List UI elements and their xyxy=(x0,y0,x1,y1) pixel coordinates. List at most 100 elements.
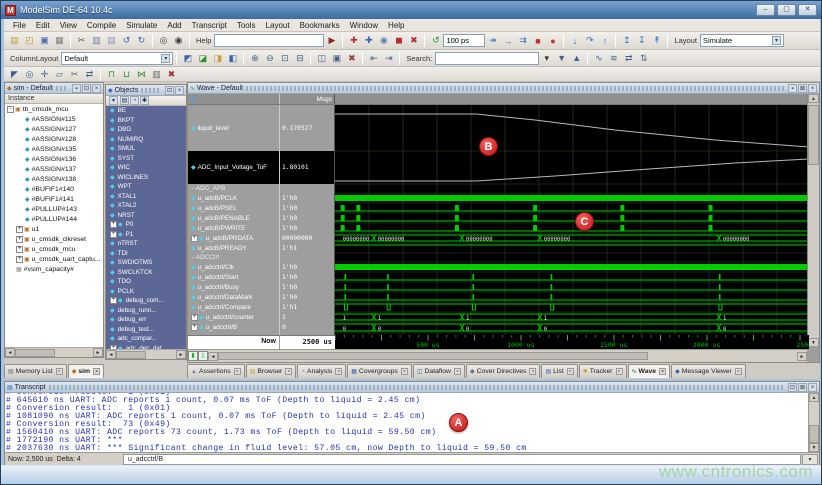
expand-icon[interactable]: + xyxy=(16,256,23,263)
scroll-left-icon[interactable]: ◄ xyxy=(208,352,218,361)
scroll-thumb[interactable] xyxy=(15,349,55,357)
paste-wave-button[interactable]: ▥ xyxy=(149,67,164,81)
zoom-full-button[interactable]: ⊡ xyxy=(277,51,292,65)
scroll-thumb[interactable] xyxy=(808,105,819,165)
object-signal-wpt[interactable]: ◆WPT xyxy=(106,182,186,192)
tab-browser[interactable]: ▤Browser× xyxy=(246,364,297,378)
help-search-button[interactable]: ▶ xyxy=(324,34,339,48)
object-signal-syst[interactable]: ◆SYST xyxy=(106,154,186,164)
object-signal-tdi[interactable]: ◆TDI xyxy=(106,249,186,259)
close-button[interactable]: ✕ xyxy=(798,4,817,16)
drag-handle[interactable] xyxy=(141,88,161,93)
wave-cut-button[interactable]: ✂ xyxy=(67,67,82,81)
expand-icon[interactable]: + xyxy=(191,235,198,242)
transcript-vscrollbar[interactable]: ▲ ▼ xyxy=(808,393,819,452)
close-tab-icon[interactable]: × xyxy=(616,368,623,375)
sim-panel-titlebar[interactable]: ◆ sim - Default ▪ ⊡ × xyxy=(5,83,103,94)
zoom-out-button[interactable]: ⊖ xyxy=(262,51,277,65)
tab-memory-list[interactable]: ▤Memory List× xyxy=(4,364,67,378)
expand-icon[interactable]: + xyxy=(16,236,23,243)
scroll-left-icon[interactable]: ◄ xyxy=(106,350,116,359)
add-to-list-button[interactable]: ◪ xyxy=(195,51,210,65)
close-tab-icon[interactable]: × xyxy=(659,368,666,375)
chevron-down-icon[interactable]: ▾ xyxy=(772,36,781,45)
invert-wave-button[interactable]: ⊔ xyxy=(119,67,134,81)
tree-item--pullup-143[interactable]: ◆#PULLUP#143 xyxy=(5,204,103,214)
close-tab-icon[interactable]: × xyxy=(529,368,536,375)
expand-icon[interactable]: + xyxy=(110,221,117,228)
run-all-button[interactable]: ⇉ xyxy=(515,34,530,48)
wave-hscrollbar[interactable]: ▮ ▯ ◄ ► xyxy=(188,349,807,362)
close-tab-icon[interactable]: × xyxy=(401,368,408,375)
menu-layout[interactable]: Layout xyxy=(261,21,295,30)
tree-item--assign-137[interactable]: ◆#ASSIGN#137 xyxy=(5,164,103,174)
close-panel-icon[interactable]: × xyxy=(92,84,101,93)
object-signal-p1[interactable]: +◆P1 xyxy=(106,230,186,240)
search-input[interactable] xyxy=(435,52,539,65)
maximize-button[interactable]: ▢ xyxy=(777,4,796,16)
break-button[interactable]: ◼ xyxy=(391,34,406,48)
drag-handle[interactable] xyxy=(56,86,68,91)
tab-covergroups[interactable]: ▦Covergroups× xyxy=(347,364,412,378)
new-file-button[interactable]: ▤ xyxy=(7,34,22,48)
wave-signal-u-adcctrl-busy[interactable]: ◆u_adcctrl/Busy xyxy=(188,282,279,292)
tree-item--assign-135[interactable]: ◆#ASSIGN#135 xyxy=(5,144,103,154)
object-signal-xtal2[interactable]: ◆XTAL2 xyxy=(106,201,186,211)
continue-run-button[interactable]: → xyxy=(500,34,515,48)
cursor-add-button[interactable]: ◫ xyxy=(314,51,329,65)
tree-item-u-cmsdk-mcu[interactable]: +▣u_cmsdk_mcu xyxy=(5,244,103,254)
close-tab-icon[interactable]: × xyxy=(285,368,292,375)
menu-bookmarks[interactable]: Bookmarks xyxy=(295,21,345,30)
tree-item--bufif1-141[interactable]: ◆#BUFIF1#141 xyxy=(5,194,103,204)
menu-window[interactable]: Window xyxy=(345,21,383,30)
object-signal-wic[interactable]: ◆WIC xyxy=(106,163,186,173)
run-length-input[interactable] xyxy=(443,34,485,47)
wave-signal-u-adcb-psel[interactable]: ◆u_adcB/PSEL xyxy=(188,203,279,213)
scroll-right-icon[interactable]: ► xyxy=(93,348,103,357)
search-next-button[interactable]: ▼ xyxy=(554,51,569,65)
undock-icon[interactable]: ⊠ xyxy=(798,84,807,93)
wave-signal-u-adcctrl-datamark[interactable]: ◆u_adcctrl/DataMark xyxy=(188,292,279,302)
tab-sim[interactable]: ◆sim× xyxy=(68,364,104,378)
title-bar[interactable]: M ModelSim DE-64 10.4c – ▢ ✕ xyxy=(1,1,821,19)
wave-signal-u-adcctrl-compare[interactable]: ◆u_adcctrl/Compare xyxy=(188,302,279,312)
wave-overlay-button[interactable]: ≋ xyxy=(606,51,621,65)
pin-icon[interactable]: ▪ xyxy=(72,84,81,93)
select-mode-button[interactable]: ◤ xyxy=(7,67,22,81)
filter-view-icon[interactable]: ▤ xyxy=(120,96,129,105)
swap-button[interactable]: ⇄ xyxy=(621,51,636,65)
menu-add[interactable]: Add xyxy=(162,21,186,30)
to-top-button[interactable]: ↟ xyxy=(649,34,664,48)
cut-button[interactable]: ✂ xyxy=(74,34,89,48)
sim-hscrollbar[interactable]: ◄ ► xyxy=(5,347,103,357)
object-signal-xtal1[interactable]: ◆XTAL1 xyxy=(106,192,186,202)
tree-item-u1[interactable]: +▣u1 xyxy=(5,224,103,234)
cursor-lock-button[interactable]: ▣ xyxy=(329,51,344,65)
columnlayout-select[interactable]: Default▾ xyxy=(61,52,173,65)
filter-apply-icon[interactable]: ✱ xyxy=(140,96,149,105)
expand-icon[interactable]: + xyxy=(16,226,23,233)
wave-signal-liquid-level[interactable]: ◆liquid_level xyxy=(188,105,279,151)
tree-item--assign-136[interactable]: ◆#ASSIGN#136 xyxy=(5,154,103,164)
tree-item--assign-127[interactable]: ◆#ASSIGN#127 xyxy=(5,124,103,134)
tab-list[interactable]: ▤List× xyxy=(541,364,577,378)
close-tab-icon[interactable]: × xyxy=(93,368,100,375)
delete-wave-button[interactable]: ✖ xyxy=(164,67,179,81)
menu-help[interactable]: Help xyxy=(383,21,409,30)
find-next-button[interactable]: ◉ xyxy=(171,34,186,48)
object-signal-adc-compar-[interactable]: ◆adc_compar... xyxy=(106,334,186,344)
redo-button[interactable]: ↻ xyxy=(134,34,149,48)
zoom-mode-button[interactable]: ◎ xyxy=(22,67,37,81)
wave-signal-u-adcb-penable[interactable]: ◆u_adcB/PENABLE xyxy=(188,213,279,223)
add-to-wave-button[interactable]: ◩ xyxy=(180,51,195,65)
step-out-button[interactable]: ↑ xyxy=(597,34,612,48)
object-signal-dbg[interactable]: ◆DBG xyxy=(106,125,186,135)
menu-view[interactable]: View xyxy=(55,21,82,30)
scroll-down-icon[interactable]: ▼ xyxy=(808,338,819,347)
wave-msgs-header[interactable]: Msgs xyxy=(280,94,335,104)
tree-item--assign-128[interactable]: ◆#ASSIGN#128 xyxy=(5,134,103,144)
end-sim-button[interactable]: ✖ xyxy=(406,34,421,48)
object-signal-pclk[interactable]: ◆PCLK xyxy=(106,287,186,297)
drag-handle[interactable] xyxy=(246,86,784,91)
scroll-up-icon[interactable]: ▲ xyxy=(809,393,819,402)
